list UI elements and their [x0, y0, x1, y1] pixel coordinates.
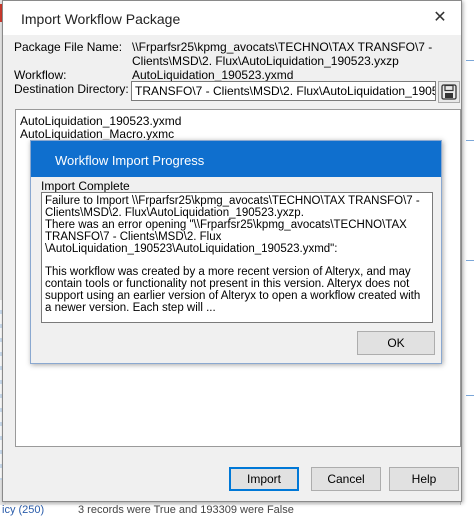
background-right-panel: [460, 0, 474, 505]
workflow-value: AutoLiquidation_190523.yxmd: [132, 68, 294, 82]
progress-titlebar: Workflow Import Progress: [31, 141, 441, 177]
dialog-title: Import Workflow Package: [21, 11, 181, 27]
background-right-line: [466, 260, 474, 261]
list-item[interactable]: AutoLiquidation_Macro.yxmc: [20, 127, 174, 141]
progress-title: Workflow Import Progress: [55, 153, 205, 168]
error-message: Failure to Import \\Frparfsr25\kpmg_avoc…: [45, 195, 421, 315]
workflow-label: Workflow:: [14, 68, 67, 82]
cancel-button[interactable]: Cancel: [311, 467, 381, 491]
background-link[interactable]: icy (250): [2, 504, 44, 516]
workflow-import-progress-dialog: Workflow Import Progress Import Complete…: [30, 140, 442, 364]
background-right-line: [466, 395, 474, 396]
import-button[interactable]: Import: [229, 467, 299, 491]
destination-label: Destination Directory:: [14, 82, 129, 96]
close-icon[interactable]: ✕: [431, 9, 449, 27]
browse-folder-button[interactable]: [438, 81, 460, 103]
import-status: Import Complete: [41, 179, 130, 193]
message-box[interactable]: Failure to Import \\Frparfsr25\kpmg_avoc…: [41, 192, 433, 323]
background-result-text: 3 records were True and 193309 were Fals…: [78, 504, 294, 516]
ok-button[interactable]: OK: [357, 331, 435, 355]
background-results-strip: icy (250) 3 records were True and 193309…: [0, 504, 474, 517]
package-file-label: Package File Name:: [14, 40, 123, 54]
list-item[interactable]: AutoLiquidation_190523.yxmd: [20, 114, 181, 128]
dialog-titlebar: Import Workflow Package ✕: [3, 1, 461, 35]
floppy-disk-icon: [441, 84, 457, 100]
destination-directory-input[interactable]: TRANSFO\7 - Clients\MSD\2. Flux\AutoLiqu…: [131, 81, 436, 101]
background-right-line: [466, 60, 474, 61]
package-file-value: \\Frparfsr25\kpmg_avocats\TECHNO\TAX TRA…: [132, 40, 433, 68]
help-button[interactable]: Help: [389, 467, 459, 491]
background-right-line: [466, 140, 474, 141]
